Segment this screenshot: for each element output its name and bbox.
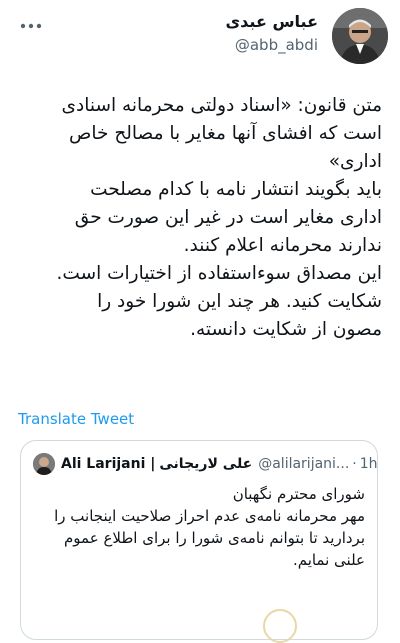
author-handle[interactable]: @abb_abdi [235,36,318,54]
quoted-timestamp: 1h [359,456,378,472]
tweet-line: اداری مغایر است در غیر این صورت حق [74,207,382,228]
quoted-tweet[interactable]: Ali Larijani | علی لاریجانی @alilarijani… [20,440,378,643]
tweet-line: است که افشای آنها مغایر با مصالح خاص [69,123,382,144]
quoted-tweet-header: Ali Larijani | علی لاریجانی @alilarijani… [33,453,378,475]
tweet-line: ندارند محرمانه اعلام کنند. [183,235,382,256]
tweet-line: شکایت کنید. هر چند این شورا خود را [97,291,382,312]
tweet-header: عباس عبدی @abb_abdi [0,0,400,80]
tweet-text: متن قانون: «اسناد دولتی محرمانه اسنادی ا… [16,92,382,344]
quoted-author-name-fa: علی لاریجانی [159,456,253,472]
author-avatar[interactable] [332,8,388,64]
tweet-line: باید بگویند انتشار نامه با کدام مصلحت [90,179,382,200]
author-name[interactable]: عباس عبدی [226,12,318,31]
tweet-line: این مصداق سوءاستفاده از اختیارات است. [56,263,382,284]
tweet-line: متن قانون: «اسناد دولتی محرمانه اسنادی [61,95,382,116]
quoted-line: شورای محترم نگهبان [232,485,365,503]
separator-dot: · [352,456,357,472]
quoted-line: بردارید تا بتوانم نامه‌ی شورا را برای اط… [64,529,365,547]
tweet-line: مصون از شکایت دانسته. [190,319,382,340]
quoted-tweet-text: شورای محترم نگهبان مهر محرمانه نامه‌ی عد… [31,483,365,571]
quoted-author-name-en: Ali Larijani | [61,456,156,472]
quoted-line: علنی نمایم. [292,551,365,569]
more-options-icon[interactable] [18,16,48,36]
quoted-media-emblem [263,609,297,643]
quoted-author-avatar [33,453,55,475]
quoted-line: مهر محرمانه نامه‌ی عدم احراز صلاحیت اینج… [54,507,365,525]
tweet-line: اداری» [328,151,382,172]
translate-tweet-link[interactable]: Translate Tweet [18,410,134,428]
quoted-author-handle: @alilarijani... [258,456,350,472]
